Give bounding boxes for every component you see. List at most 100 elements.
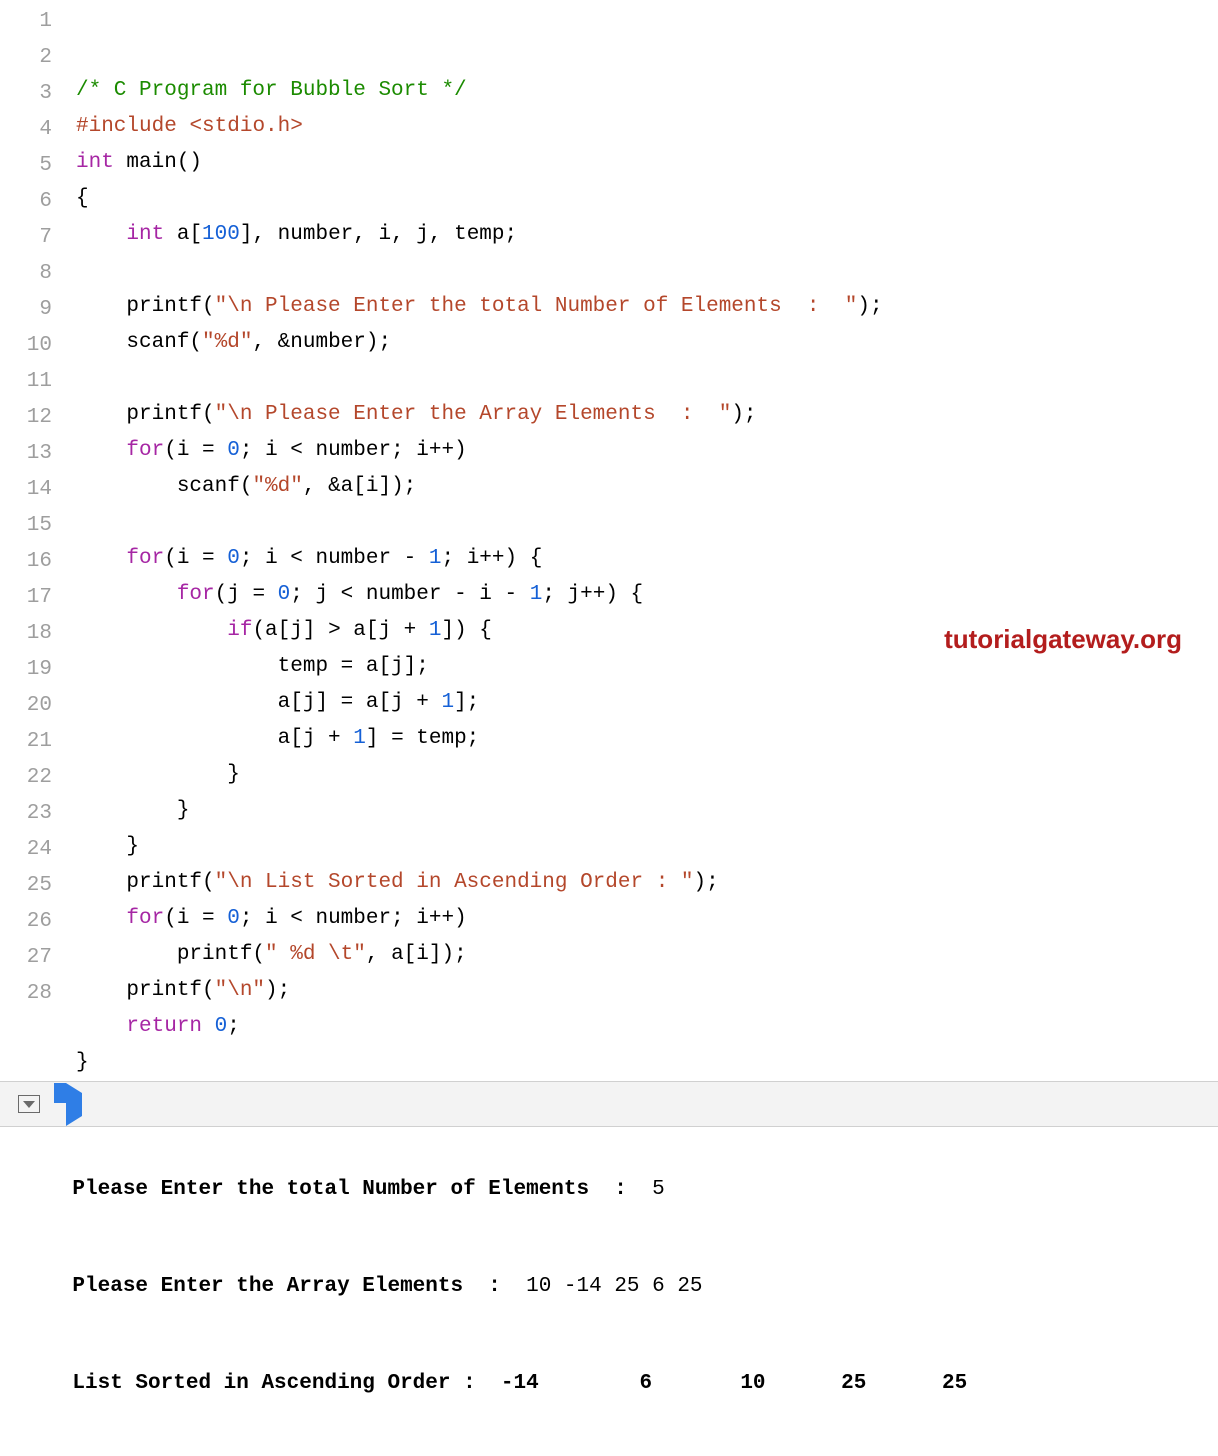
code-token: ]; xyxy=(454,691,479,714)
code-token: temp = a[j]; xyxy=(76,655,429,678)
code-token: <stdio.h> xyxy=(189,115,302,138)
line-number: 8 xyxy=(0,256,52,292)
code-token: "%d" xyxy=(252,475,302,498)
code-token: scanf( xyxy=(76,475,252,498)
line-number: 9 xyxy=(0,292,52,328)
code-line[interactable]: } xyxy=(76,1045,1218,1081)
code-token: printf( xyxy=(76,943,265,966)
code-token: printf( xyxy=(76,295,215,318)
code-token: 0 xyxy=(278,583,291,606)
code-token: 1 xyxy=(530,583,543,606)
code-token: 1 xyxy=(441,691,454,714)
code-token: "%d" xyxy=(202,331,252,354)
code-token: } xyxy=(76,1051,89,1074)
code-line[interactable]: for(i = 0; i < number; i++) xyxy=(76,901,1218,937)
code-token: ]) { xyxy=(442,619,492,642)
code-line[interactable]: return 0; xyxy=(76,1009,1218,1045)
console-user-input: 5 xyxy=(652,1178,665,1201)
line-number: 20 xyxy=(0,688,52,724)
code-token: ); xyxy=(694,871,719,894)
code-token: 0 xyxy=(227,439,240,462)
code-token xyxy=(76,547,126,570)
code-token: return xyxy=(126,1015,202,1038)
code-line[interactable]: for(j = 0; j < number - i - 1; j++) { xyxy=(76,577,1218,613)
line-number: 6 xyxy=(0,184,52,220)
code-line[interactable] xyxy=(76,361,1218,397)
code-token: printf( xyxy=(76,979,215,1002)
code-line[interactable]: printf("\n List Sorted in Ascending Orde… xyxy=(76,865,1218,901)
line-number: 1 xyxy=(0,4,52,40)
code-line[interactable]: a[j] = a[j + 1]; xyxy=(76,685,1218,721)
code-token: ; xyxy=(227,1015,240,1038)
code-token: ); xyxy=(265,979,290,1002)
line-number: 10 xyxy=(0,328,52,364)
code-line[interactable]: printf("\n Please Enter the total Number… xyxy=(76,289,1218,325)
code-line[interactable]: scanf("%d", &a[i]); xyxy=(76,469,1218,505)
code-line[interactable]: int a[100], number, i, j, temp; xyxy=(76,217,1218,253)
console-user-input: 10 -14 25 6 25 xyxy=(526,1275,702,1298)
code-token: (i = xyxy=(164,439,227,462)
code-line[interactable]: } xyxy=(76,829,1218,865)
code-token xyxy=(76,439,126,462)
code-line[interactable]: #include <stdio.h> xyxy=(76,109,1218,145)
code-line[interactable]: { xyxy=(76,181,1218,217)
code-token: for xyxy=(126,907,164,930)
code-token: 1 xyxy=(429,547,442,570)
line-number: 3 xyxy=(0,76,52,112)
code-line[interactable]: for(i = 0; i < number; i++) xyxy=(76,433,1218,469)
code-token xyxy=(76,223,126,246)
code-line[interactable]: scanf("%d", &number); xyxy=(76,325,1218,361)
console-prompt: List Sorted in Ascending Order : xyxy=(72,1372,488,1395)
code-token: a[ xyxy=(164,223,202,246)
code-token: ); xyxy=(857,295,882,318)
line-number: 28 xyxy=(0,976,52,1012)
code-token xyxy=(76,619,227,642)
line-number: 23 xyxy=(0,796,52,832)
code-line[interactable]: a[j + 1] = temp; xyxy=(76,721,1218,757)
dropdown-icon[interactable] xyxy=(18,1095,40,1113)
line-number: 4 xyxy=(0,112,52,148)
console-line: List Sorted in Ascending Order : -14 6 1… xyxy=(22,1349,1196,1418)
tag-icon[interactable] xyxy=(66,1083,82,1126)
code-line[interactable]: int main() xyxy=(76,145,1218,181)
line-number: 18 xyxy=(0,616,52,652)
code-token: 1 xyxy=(353,727,366,750)
code-line[interactable]: } xyxy=(76,757,1218,793)
console-output: Please Enter the total Number of Element… xyxy=(0,1127,1218,1456)
line-number: 24 xyxy=(0,832,52,868)
line-number: 27 xyxy=(0,940,52,976)
code-token: } xyxy=(76,799,189,822)
line-number: 17 xyxy=(0,580,52,616)
code-line[interactable] xyxy=(76,253,1218,289)
code-token: "\n Please Enter the Array Elements : " xyxy=(215,403,732,426)
code-line[interactable]: /* C Program for Bubble Sort */ xyxy=(76,73,1218,109)
line-number: 13 xyxy=(0,436,52,472)
code-line[interactable] xyxy=(76,505,1218,541)
code-token: , a[i]); xyxy=(366,943,467,966)
code-token: "\n List Sorted in Ascending Order : " xyxy=(215,871,694,894)
code-token: for xyxy=(126,547,164,570)
code-token: 0 xyxy=(215,1015,228,1038)
code-token: 100 xyxy=(202,223,240,246)
code-line[interactable]: printf("\n"); xyxy=(76,973,1218,1009)
line-number: 5 xyxy=(0,148,52,184)
line-number: 21 xyxy=(0,724,52,760)
code-token: a[j] = a[j + xyxy=(76,691,441,714)
code-token: ], number, i, j, temp; xyxy=(240,223,517,246)
code-token: (i = xyxy=(164,907,227,930)
code-line[interactable]: printf("\n Please Enter the Array Elemen… xyxy=(76,397,1218,433)
console-line: Please Enter the Array Elements : 10 -14… xyxy=(22,1252,1196,1321)
code-line[interactable]: } xyxy=(76,793,1218,829)
code-token: (j = xyxy=(215,583,278,606)
code-area[interactable]: tutorialgateway.org /* C Program for Bub… xyxy=(68,4,1218,1081)
code-editor: 1234567891011121314151617181920212223242… xyxy=(0,0,1218,1081)
line-number: 7 xyxy=(0,220,52,256)
code-line[interactable]: for(i = 0; i < number - 1; i++) { xyxy=(76,541,1218,577)
code-token: main() xyxy=(114,151,202,174)
code-line[interactable]: printf(" %d \t", a[i]); xyxy=(76,937,1218,973)
code-token: a[j + xyxy=(76,727,353,750)
code-token: int xyxy=(76,151,114,174)
line-number: 15 xyxy=(0,508,52,544)
code-token xyxy=(202,1015,215,1038)
code-token: printf( xyxy=(76,871,215,894)
